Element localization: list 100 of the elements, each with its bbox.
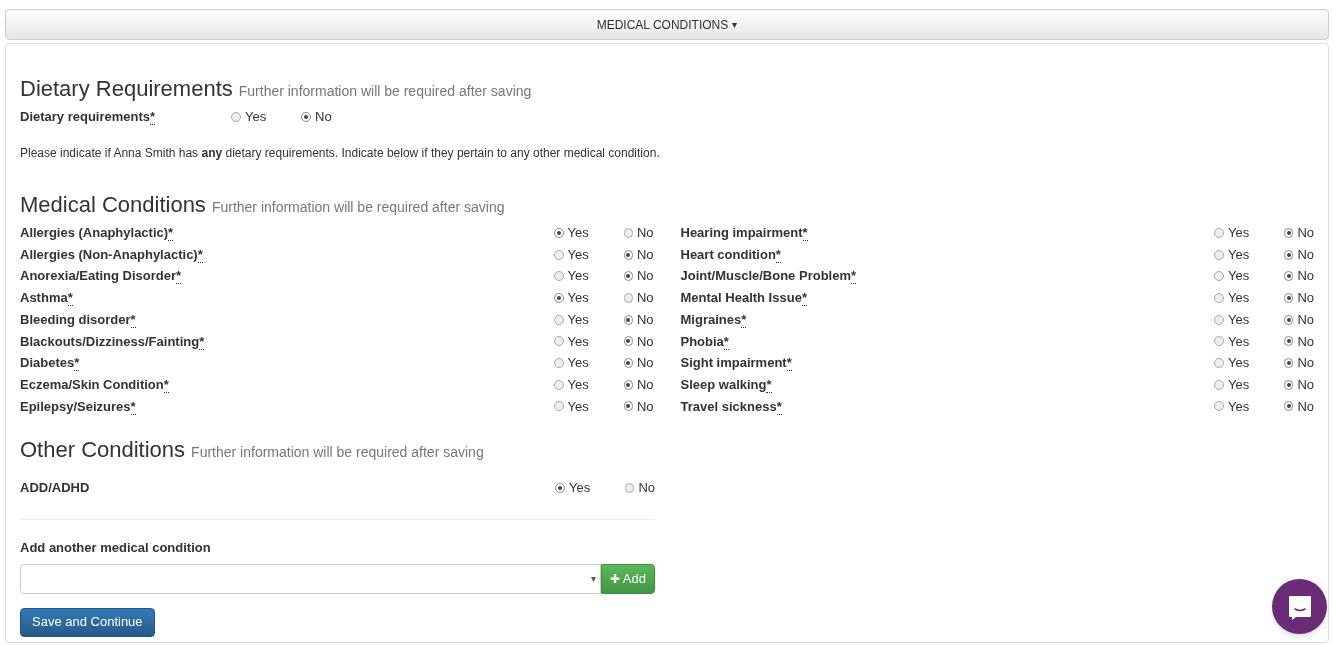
- radio-option[interactable]: No: [623, 244, 654, 265]
- radio-button[interactable]: [1214, 357, 1224, 368]
- radio-button[interactable]: [625, 483, 635, 494]
- field-label: Add another medical condition: [20, 539, 212, 558]
- field-label: Migraines*: [680, 310, 748, 330]
- radio-button[interactable]: [1214, 336, 1224, 347]
- radio-option[interactable]: No: [1284, 353, 1314, 373]
- field-label: Allergies (Non-Anaphylactic)*: [20, 245, 204, 265]
- radio-option[interactable]: No: [1284, 266, 1314, 286]
- radio-button[interactable]: [623, 227, 633, 238]
- radio-option[interactable]: No: [1284, 244, 1314, 265]
- section-subtitle: Further information will be required after saving: [238, 82, 532, 101]
- radio-option[interactable]: No: [1284, 223, 1314, 243]
- section-heading: Medical Conditions: [20, 192, 206, 218]
- radio-option[interactable]: Yes: [555, 478, 625, 498]
- radio-button[interactable]: [553, 292, 564, 303]
- radio-option[interactable]: No: [623, 331, 654, 352]
- radio-option[interactable]: Yes: [553, 309, 624, 330]
- radio-option[interactable]: No: [301, 107, 351, 127]
- radio-option[interactable]: Yes: [553, 266, 624, 286]
- radio-option[interactable]: No: [623, 353, 654, 373]
- radio-option[interactable]: Yes: [1214, 309, 1284, 330]
- chat-button[interactable]: [1272, 579, 1327, 634]
- radio-button[interactable]: [1214, 249, 1224, 260]
- radio-button[interactable]: [231, 112, 241, 122]
- radio-option[interactable]: Yes: [553, 244, 624, 265]
- radio-option[interactable]: No: [1284, 309, 1314, 330]
- radio-button[interactable]: [553, 249, 564, 260]
- radio-button[interactable]: [623, 271, 633, 282]
- radio-button[interactable]: [1214, 227, 1224, 238]
- radio-option[interactable]: Yes: [553, 331, 624, 352]
- field-label: Dietary requirements*: [20, 108, 157, 127]
- radio-button[interactable]: [1284, 227, 1294, 238]
- radio-button[interactable]: [1284, 401, 1294, 412]
- radio-button[interactable]: [1284, 336, 1294, 347]
- radio-button[interactable]: [553, 401, 564, 412]
- radio-button[interactable]: [1284, 379, 1294, 390]
- instruction-text: Please indicate if Anna Smith has any dietary requirements. Indicate below if they pertain to any other medical condition.: [20, 145, 661, 162]
- section-header[interactable]: MEDICAL CONDITIONS ▾: [5, 9, 1329, 40]
- radio-option[interactable]: Yes: [1214, 266, 1284, 286]
- radio-option[interactable]: Yes: [1214, 223, 1284, 243]
- field-label: ADD/ADHD: [20, 479, 91, 498]
- radio-option[interactable]: Yes: [1214, 288, 1284, 308]
- radio-option[interactable]: Yes: [231, 107, 301, 127]
- radio-option[interactable]: Yes: [553, 353, 624, 373]
- radio-button[interactable]: [1284, 357, 1294, 368]
- radio-button[interactable]: [1284, 292, 1294, 303]
- radio-option[interactable]: No: [623, 288, 654, 308]
- radio-option[interactable]: No: [625, 478, 655, 498]
- field-label: Heart condition*: [680, 245, 782, 265]
- radio-button[interactable]: [553, 379, 564, 390]
- radio-option[interactable]: Yes: [1214, 396, 1284, 417]
- radio-option[interactable]: Yes: [1214, 331, 1284, 352]
- radio-button[interactable]: [1284, 314, 1294, 325]
- radio-option[interactable]: No: [623, 266, 654, 286]
- radio-option[interactable]: No: [623, 374, 654, 395]
- radio-button[interactable]: [623, 379, 633, 390]
- radio-button[interactable]: [623, 292, 633, 303]
- radio-button[interactable]: [1214, 271, 1224, 282]
- radio-option[interactable]: No: [623, 309, 654, 330]
- field-label: Eczema/Skin Condition*: [20, 375, 170, 395]
- radio-option[interactable]: Yes: [553, 288, 624, 308]
- radio-button[interactable]: [1284, 249, 1294, 260]
- radio-option[interactable]: Yes: [1214, 244, 1284, 265]
- radio-option[interactable]: Yes: [1214, 374, 1284, 395]
- radio-option[interactable]: No: [1284, 374, 1314, 395]
- radio-button[interactable]: [1284, 271, 1294, 282]
- chat-icon: [1286, 593, 1313, 620]
- radio-button[interactable]: [623, 357, 633, 368]
- radio-button[interactable]: [623, 249, 633, 260]
- field-label: Travel sickness*: [680, 397, 783, 417]
- field-label: Mental Health Issue*: [680, 289, 808, 308]
- radio-option[interactable]: Yes: [1214, 353, 1284, 373]
- radio-option[interactable]: No: [1284, 288, 1314, 308]
- radio-button[interactable]: [553, 336, 564, 347]
- radio-button[interactable]: [301, 112, 311, 122]
- condition-select[interactable]: ▾: [20, 563, 601, 594]
- radio-button[interactable]: [623, 336, 633, 347]
- field-label: Diabetes*: [20, 354, 81, 373]
- radio-option[interactable]: No: [1284, 331, 1314, 352]
- radio-button[interactable]: [553, 271, 564, 282]
- radio-option[interactable]: Yes: [553, 374, 624, 395]
- radio-button[interactable]: [553, 357, 564, 368]
- radio-button[interactable]: [555, 483, 565, 494]
- radio-option[interactable]: Yes: [553, 223, 624, 243]
- field-label: Sleep walking*: [680, 375, 773, 395]
- radio-button[interactable]: [623, 314, 633, 325]
- radio-option[interactable]: No: [623, 396, 654, 417]
- radio-option[interactable]: Yes: [553, 396, 624, 417]
- radio-button[interactable]: [553, 227, 564, 238]
- radio-button[interactable]: [553, 314, 564, 325]
- radio-button[interactable]: [1214, 401, 1224, 412]
- radio-option[interactable]: No: [623, 223, 654, 243]
- radio-button[interactable]: [1214, 292, 1224, 303]
- radio-button[interactable]: [623, 401, 633, 412]
- radio-button[interactable]: [1214, 379, 1224, 390]
- save-button[interactable]: Save and Continue: [20, 607, 155, 637]
- radio-option[interactable]: No: [1284, 396, 1314, 417]
- plus-icon: ✚: [609, 569, 620, 588]
- radio-button[interactable]: [1214, 314, 1224, 325]
